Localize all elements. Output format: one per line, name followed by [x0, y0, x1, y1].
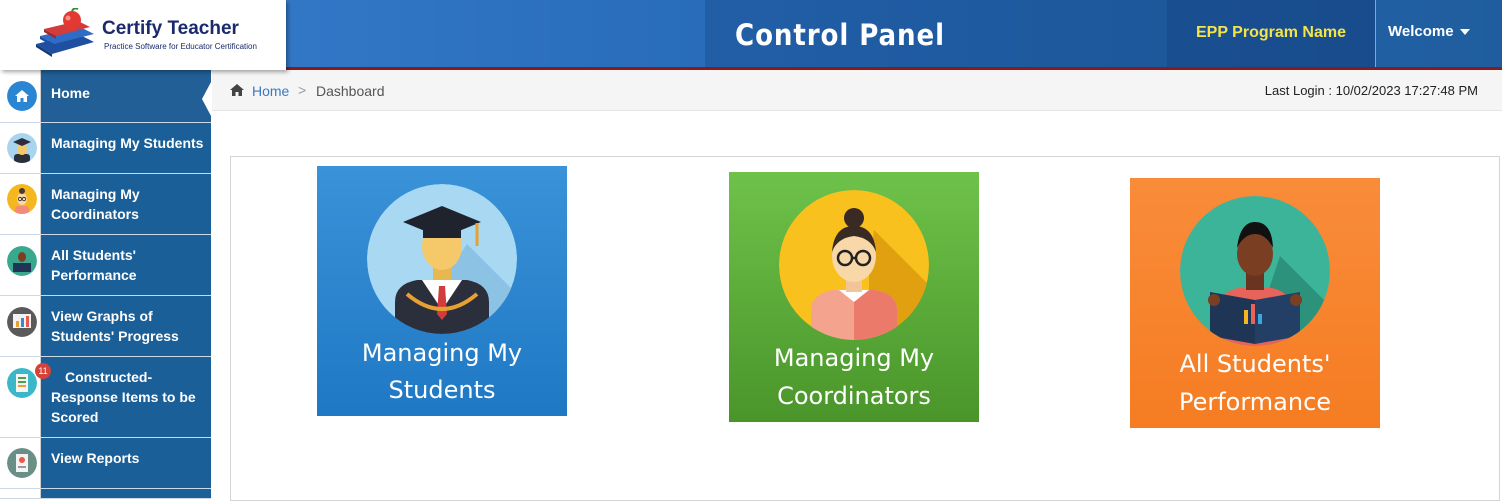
- program-name: EPP Program Name: [1167, 0, 1375, 67]
- active-indicator: [202, 82, 211, 116]
- logo-subtitle: Practice Software for Educator Certifica…: [104, 42, 257, 51]
- sidebar-item-label: View Reports: [41, 438, 211, 488]
- graduate-icon: [7, 133, 37, 163]
- sidebar-item-home[interactable]: Home: [0, 70, 211, 123]
- sidebar-item-label: Managing My Coordinators: [41, 174, 211, 234]
- books-apple-icon: [36, 8, 94, 57]
- tile-label: Coordinators: [777, 382, 931, 410]
- sidebar-item-view-graphs[interactable]: View Graphs of Students' Progress: [0, 296, 211, 357]
- tile-managing-my-coordinators[interactable]: Managing My Coordinators: [729, 172, 979, 422]
- coordinator-icon: [779, 190, 929, 340]
- breadcrumb-current: Dashboard: [316, 83, 385, 99]
- last-login-text: Last Login : 10/02/2023 17:27:48 PM: [1264, 83, 1478, 98]
- logo-title: Certify Teacher: [102, 18, 239, 39]
- tile-label: Performance: [1178, 388, 1332, 416]
- sidebar-item-label: Managing My Students: [41, 123, 211, 173]
- sidebar-item-managing-my-students[interactable]: Managing My Students: [0, 123, 211, 174]
- home-icon: [7, 81, 37, 111]
- report-icon: [7, 448, 37, 478]
- sidebar: Home Managing My Students Managing My Co…: [0, 70, 212, 499]
- tile-label: Managing My: [361, 339, 523, 367]
- welcome-dropdown[interactable]: Welcome: [1375, 0, 1502, 67]
- logo[interactable]: Certify Teacher Practice Software for Ed…: [0, 0, 286, 70]
- reader-icon: [1180, 196, 1330, 346]
- coordinator-icon: [7, 184, 37, 214]
- notification-badge: 11: [35, 363, 51, 379]
- sidebar-item-constructed-response[interactable]: 11 Constructed-Response Items to be Scor…: [0, 357, 211, 438]
- sidebar-item-managing-my-coordinators[interactable]: Managing My Coordinators: [0, 174, 211, 235]
- sidebar-item-view-reports[interactable]: View Reports: [0, 438, 211, 489]
- home-icon[interactable]: [229, 83, 245, 97]
- breadcrumb: Home > Dashboard Last Login : 10/02/2023…: [212, 70, 1502, 111]
- sidebar-item-next[interactable]: [0, 489, 211, 499]
- checklist-icon: [7, 368, 37, 398]
- reader-icon: [7, 246, 37, 276]
- tile-label: Students: [388, 376, 496, 404]
- welcome-label: Welcome: [1388, 23, 1454, 40]
- chevron-down-icon: [1459, 29, 1470, 36]
- tile-label: Managing My: [773, 344, 935, 372]
- tile-managing-my-students[interactable]: Managing My Students: [317, 166, 567, 416]
- sidebar-item-label: Constructed-Response Items to be Scored: [41, 357, 211, 437]
- page-title: Control Panel: [735, 18, 945, 52]
- sidebar-item-label: All Students' Performance: [41, 235, 211, 295]
- tile-all-students-performance[interactable]: All Students' Performance: [1130, 178, 1380, 428]
- tile-label: All Students': [1179, 350, 1331, 378]
- dashboard-panel: Managing My Students Managing My Coordin…: [230, 156, 1500, 501]
- breadcrumb-separator: >: [298, 82, 307, 98]
- sidebar-item-all-students-performance[interactable]: All Students' Performance: [0, 235, 211, 296]
- graduate-icon: [367, 184, 517, 334]
- sidebar-item-label: Home: [41, 70, 211, 122]
- chart-board-icon: [7, 307, 37, 337]
- sidebar-item-label: View Graphs of Students' Progress: [41, 296, 211, 356]
- breadcrumb-home-link[interactable]: Home: [252, 83, 289, 99]
